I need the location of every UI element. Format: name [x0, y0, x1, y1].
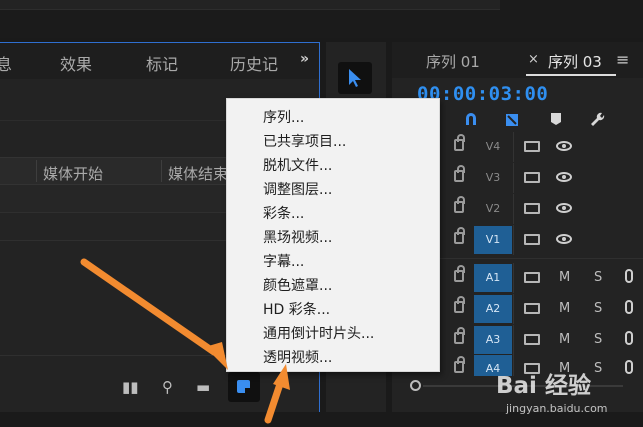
close-icon[interactable]: × — [528, 52, 539, 67]
new-item-icon — [237, 380, 250, 393]
menu-item-transparent-video[interactable]: 透明视频... — [263, 347, 332, 367]
mute-button[interactable]: M — [559, 270, 570, 285]
scroll-handle[interactable] — [410, 380, 421, 391]
lock-icon[interactable] — [454, 227, 465, 244]
sync-lock-film-icon[interactable] — [524, 234, 540, 245]
menu-item-countdown-leader[interactable]: 通用倒计时片头... — [263, 323, 374, 343]
tab-effects[interactable]: 效果 — [60, 51, 92, 75]
add-marker-icon[interactable] — [550, 112, 562, 130]
track-divider — [513, 263, 514, 293]
track-target-v4[interactable]: V4 — [474, 133, 512, 161]
track-target-a3[interactable]: A3 — [474, 326, 512, 354]
lock-icon[interactable] — [454, 165, 465, 182]
solo-button[interactable]: S — [594, 301, 602, 316]
menu-item-color-matte[interactable]: 颜色遮罩... — [263, 275, 332, 295]
selection-arrow-icon — [349, 69, 361, 87]
lock-icon[interactable] — [454, 134, 465, 151]
tab-sequence-01[interactable]: 序列 01 — [426, 51, 480, 72]
menu-item-captions[interactable]: 字幕... — [263, 251, 304, 271]
folder-icon[interactable]: ▬ — [196, 378, 210, 396]
sync-lock-film-icon[interactable] — [524, 172, 540, 183]
active-tab-indicator — [526, 74, 616, 76]
new-item-button[interactable] — [228, 372, 260, 402]
lock-icon[interactable] — [454, 196, 465, 213]
column-media-start[interactable]: 媒体开始 — [43, 163, 103, 184]
sync-lock-film-icon[interactable] — [524, 334, 540, 345]
track-target-a1[interactable]: A1 — [474, 264, 512, 292]
linked-selection-icon[interactable] — [504, 112, 520, 132]
menu-item-shared-project[interactable]: 已共享项目... — [263, 131, 346, 151]
menu-item-sequence[interactable]: 序列... — [263, 107, 304, 127]
menu-item-black-video[interactable]: 黑场视频... — [263, 227, 332, 247]
track-target-v2[interactable]: V2 — [474, 195, 512, 223]
microphone-icon[interactable] — [625, 269, 633, 283]
eye-icon[interactable] — [556, 172, 572, 182]
eye-icon[interactable] — [556, 234, 572, 244]
snap-magnet-icon[interactable] — [464, 112, 478, 130]
lock-icon[interactable] — [454, 296, 465, 313]
track-target-v1[interactable]: V1 — [474, 226, 512, 254]
column-divider[interactable] — [161, 160, 162, 182]
eye-icon[interactable] — [556, 141, 572, 151]
microphone-icon[interactable] — [625, 300, 633, 314]
lock-icon[interactable] — [454, 356, 465, 373]
sync-lock-film-icon[interactable] — [524, 303, 540, 314]
panel-menu-icon[interactable]: ≡ — [616, 50, 629, 69]
tab-info[interactable]: 息 — [0, 51, 12, 75]
top-panel-edge — [0, 0, 500, 10]
track-divider — [513, 225, 514, 255]
lock-icon[interactable] — [454, 327, 465, 344]
track-divider — [513, 163, 514, 193]
column-divider[interactable] — [36, 160, 37, 182]
track-divider — [513, 325, 514, 355]
eye-icon[interactable] — [556, 203, 572, 213]
sync-lock-film-icon[interactable] — [524, 141, 540, 152]
selection-tool-button[interactable] — [338, 62, 372, 94]
top-strip — [0, 0, 643, 38]
track-target-a2[interactable]: A2 — [474, 295, 512, 323]
lock-icon[interactable] — [454, 265, 465, 282]
column-media-end[interactable]: 媒体结束 — [168, 163, 228, 184]
track-divider — [513, 132, 514, 162]
track-divider — [513, 194, 514, 224]
tab-sequence-03[interactable]: 序列 03 — [548, 51, 602, 72]
baidu-jingyan-watermark: Bai 经验 jingyan.baidu.com — [496, 362, 636, 424]
storyboard-icon[interactable]: ▮▮ — [122, 378, 139, 396]
solo-button[interactable]: S — [594, 332, 602, 347]
wrench-icon[interactable] — [590, 112, 606, 132]
watermark-logo: Bai 经验 — [496, 373, 591, 399]
sync-lock-film-icon[interactable] — [524, 203, 540, 214]
track-divider — [513, 294, 514, 324]
menu-item-offline-file[interactable]: 脱机文件... — [263, 155, 332, 175]
tab-history[interactable]: 历史记 — [230, 51, 278, 75]
sync-lock-film-icon[interactable] — [524, 272, 540, 283]
menu-item-bars-and-tone[interactable]: 彩条... — [263, 203, 304, 223]
mute-button[interactable]: M — [559, 301, 570, 316]
tab-markers[interactable]: 标记 — [146, 51, 178, 75]
microphone-icon[interactable] — [625, 331, 633, 345]
solo-button[interactable]: S — [594, 270, 602, 285]
menu-item-adjustment-layer[interactable]: 调整图层... — [263, 179, 332, 199]
mute-button[interactable]: M — [559, 332, 570, 347]
chevron-double-right-icon[interactable]: » — [300, 51, 309, 67]
timeline-tab-row: 序列 01 × 序列 03 ≡ — [392, 42, 643, 78]
watermark-url: jingyan.baidu.com — [506, 402, 608, 415]
menu-item-hd-bars[interactable]: HD 彩条... — [263, 299, 330, 319]
track-target-v3[interactable]: V3 — [474, 164, 512, 192]
search-icon[interactable]: ⚲ — [162, 378, 173, 396]
project-tab-row: 息 效果 标记 历史记 » — [0, 43, 319, 79]
new-item-context-menu: 序列... 已共享项目... 脱机文件... 调整图层... 彩条... 黑场视… — [226, 98, 440, 372]
